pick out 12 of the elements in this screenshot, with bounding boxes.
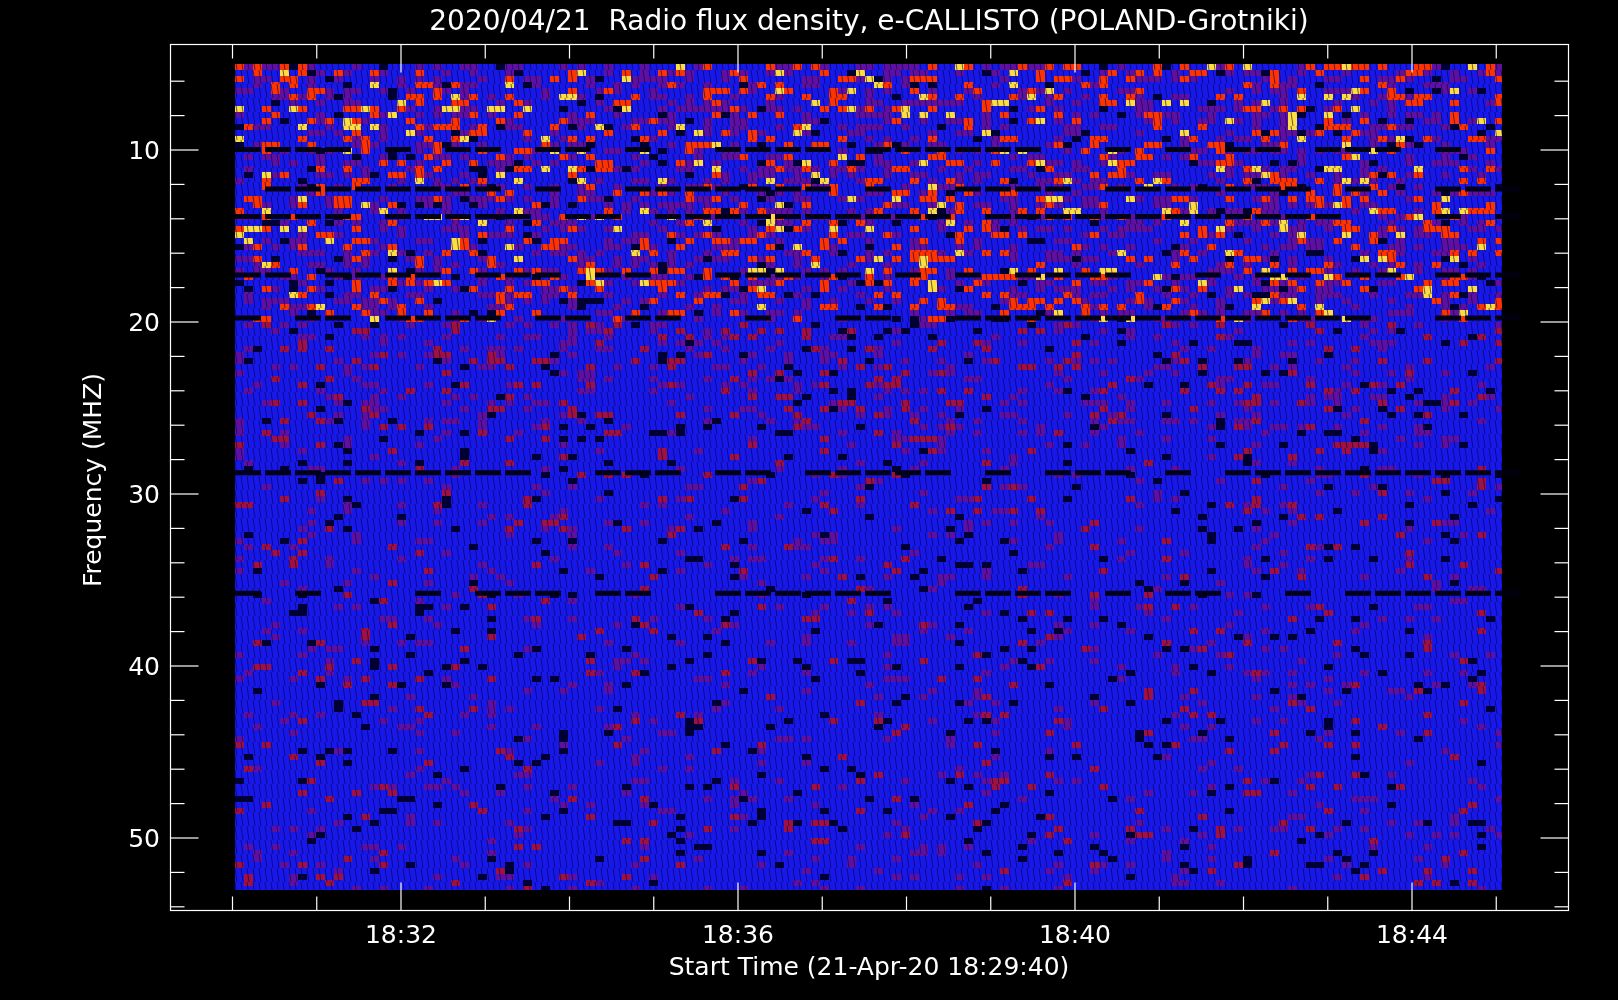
y-tick-label: 10 xyxy=(128,136,160,165)
x-tick-label: 18:32 xyxy=(365,920,437,949)
x-tick-label: 18:36 xyxy=(702,920,774,949)
x-axis-title: Start Time (21-Apr-20 18:29:40) xyxy=(668,952,1070,981)
y-tick-label: 40 xyxy=(128,652,160,681)
y-tick-label: 50 xyxy=(128,824,160,853)
y-axis-title: Frequency (MHZ) xyxy=(78,372,107,588)
x-tick-label: 18:40 xyxy=(1039,920,1111,949)
y-tick-label: 20 xyxy=(128,308,160,337)
plot-title: 2020/04/21 Radio flux density, e-CALLISTO (POLAND-Grotniki) xyxy=(429,4,1309,37)
y-tick-label: 30 xyxy=(128,480,160,509)
x-tick-label: 18:44 xyxy=(1376,920,1448,949)
